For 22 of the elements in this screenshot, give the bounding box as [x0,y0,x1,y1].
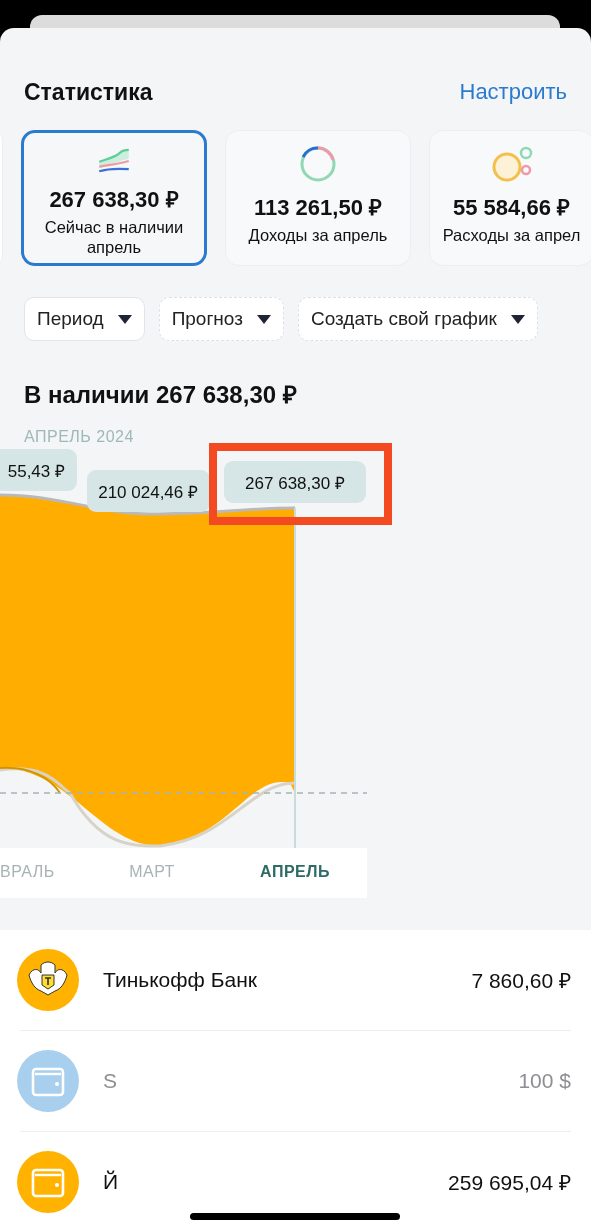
account-name[interactable]: Тинькофф Банк [103,968,472,992]
stat-card[interactable]: 55 584,66 ₽ Расходы за апрел [429,130,591,266]
stat-card[interactable]: 267 638,30 ₽ Сейчас в наличии апрель [21,130,207,266]
account-name[interactable]: Й [103,1170,449,1194]
filter-dropdown[interactable]: Создать свой график [297,297,538,341]
caret-icon [256,314,271,324]
value-tooltip: 55,43 ₽ [0,449,77,491]
filter-dropdown[interactable]: Период [24,297,145,341]
value-tooltip: 267 638,30 ₽ [224,461,366,503]
period-label: АПРЕЛЬ 2024 [24,428,135,446]
account-amount: 100 $ [518,1069,571,1093]
caret-icon [117,314,132,324]
account-amount: 7 860,60 ₽ [471,968,571,994]
screen-title: Статистика [24,78,153,106]
value-tooltip: 210 024,46 ₽ [87,470,210,512]
chart-title: В наличии 267 638,30 ₽ [24,380,298,410]
account-amount: 259 695,04 ₽ [448,1170,571,1196]
month-label[interactable]: АПРЕЛЬ [260,863,330,881]
settings-link[interactable]: Настроить [459,79,567,105]
filter-dropdown[interactable]: Прогноз [158,297,284,341]
caret-icon [510,314,525,324]
stat-card[interactable]: 113 261,50 ₽ Доходы за апрель [225,130,411,266]
